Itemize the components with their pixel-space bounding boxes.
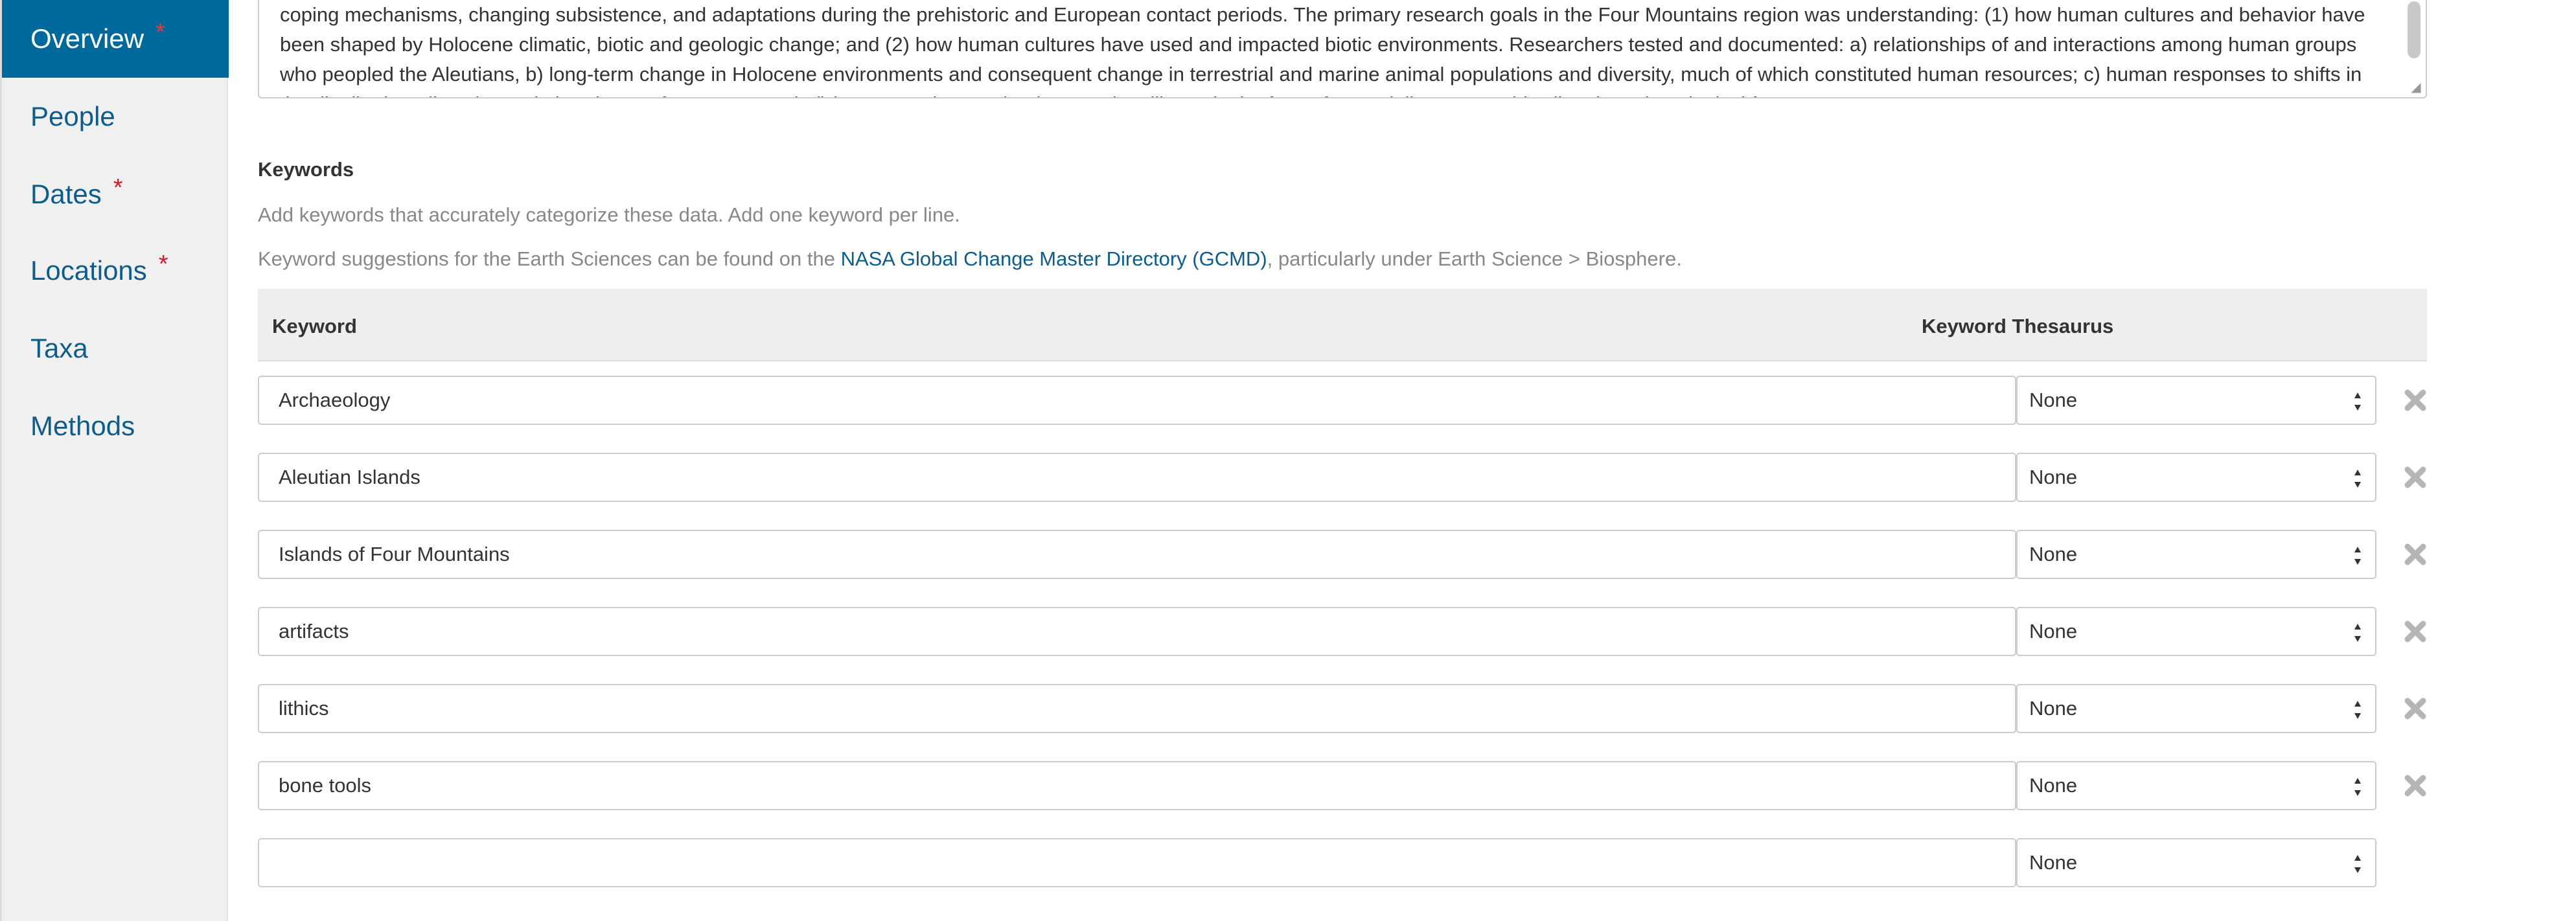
- keywords-help-text: Add keywords that accurately categorize …: [258, 203, 960, 226]
- thesaurus-select[interactable]: None: [2016, 761, 2376, 810]
- abstract-line: who peopled the Aleutians, b) long-term …: [280, 63, 2362, 85]
- nav-item-locations[interactable]: Locations *: [2, 232, 229, 310]
- abstract-text: coping mechanisms, changing subsistence,…: [280, 0, 2379, 97]
- new-keyword-input[interactable]: [258, 838, 2016, 887]
- thesaurus-select[interactable]: None: [2016, 530, 2376, 579]
- suggestion-text-before: Keyword suggestions for the Earth Scienc…: [258, 247, 841, 270]
- nav-item-overview[interactable]: Overview *: [2, 0, 229, 78]
- remove-keyword-icon[interactable]: [2402, 773, 2428, 799]
- keyword-row: None: [258, 607, 2461, 656]
- required-marker: *: [155, 18, 165, 46]
- keywords-suggestion-text: Keyword suggestions for the Earth Scienc…: [258, 247, 1682, 271]
- resize-grip-icon[interactable]: ◢: [2409, 80, 2423, 95]
- keyword-input[interactable]: [258, 530, 2016, 579]
- sidebar-nav: Overview * People Dates * Locations * Ta…: [0, 0, 229, 921]
- gcmd-link[interactable]: NASA Global Change Master Directory (GCM…: [841, 247, 1267, 270]
- required-marker: *: [158, 250, 168, 278]
- thesaurus-selected-value: None: [2029, 697, 2078, 720]
- select-arrows-icon: [2354, 392, 2361, 411]
- abstract-line: coping mechanisms, changing subsistence,…: [280, 3, 2365, 26]
- column-header-thesaurus: Keyword Thesaurus: [1922, 315, 2114, 337]
- thesaurus-selected-value: None: [2029, 774, 2078, 797]
- nav-item-label: Locations: [30, 255, 147, 286]
- nav-item-label: Dates: [30, 179, 102, 209]
- remove-keyword-icon[interactable]: [2402, 541, 2428, 567]
- keyword-input[interactable]: [258, 453, 2016, 502]
- thesaurus-select[interactable]: None: [2016, 453, 2376, 502]
- select-arrows-icon: [2354, 701, 2361, 719]
- remove-keyword-icon[interactable]: [2402, 619, 2428, 644]
- nav-item-dates[interactable]: Dates *: [2, 155, 229, 233]
- thesaurus-selected-value: None: [2029, 543, 2078, 565]
- nav-item-methods[interactable]: Methods: [2, 387, 229, 465]
- suggestion-text-after: , particularly under Earth Science > Bio…: [1267, 247, 1682, 270]
- new-keyword-row: None: [258, 838, 2461, 887]
- thesaurus-selected-value: None: [2029, 389, 2078, 411]
- select-arrows-icon: [2354, 547, 2361, 565]
- remove-keyword-icon[interactable]: [2402, 387, 2428, 413]
- select-arrows-icon: [2354, 778, 2361, 796]
- abstract-line: the distribution, diversity, and abundan…: [280, 89, 2379, 97]
- select-arrows-icon: [2354, 470, 2361, 488]
- required-marker: *: [113, 174, 123, 201]
- keyword-row: None: [258, 530, 2461, 579]
- abstract-line: been shaped by Holocene climatic, biotic…: [280, 33, 2357, 56]
- thesaurus-select[interactable]: None: [2016, 684, 2376, 733]
- keyword-row: None: [258, 684, 2461, 733]
- abstract-textarea[interactable]: coping mechanisms, changing subsistence,…: [258, 0, 2427, 98]
- thesaurus-select[interactable]: None: [2016, 376, 2376, 425]
- nav-item-people[interactable]: People: [2, 78, 229, 155]
- thesaurus-selected-value: None: [2029, 851, 2078, 874]
- thesaurus-select[interactable]: None: [2016, 838, 2376, 887]
- keywords-table-header: Keyword Keyword Thesaurus: [258, 289, 2427, 361]
- keyword-input[interactable]: [258, 607, 2016, 656]
- remove-keyword-icon[interactable]: [2402, 696, 2428, 722]
- keyword-input[interactable]: [258, 376, 2016, 425]
- nav-item-taxa[interactable]: Taxa: [2, 310, 229, 387]
- nav-item-label: People: [30, 101, 115, 131]
- remove-keyword-icon[interactable]: [2402, 464, 2428, 490]
- keyword-input[interactable]: [258, 761, 2016, 810]
- select-arrows-icon: [2354, 624, 2361, 642]
- textarea-scrollbar[interactable]: [2408, 1, 2421, 58]
- keywords-heading: Keywords: [258, 158, 354, 181]
- thesaurus-selected-value: None: [2029, 620, 2078, 642]
- keyword-row: None: [258, 761, 2461, 810]
- keyword-row: None: [258, 376, 2461, 425]
- nav-item-label: Taxa: [30, 333, 88, 363]
- nav-item-label: Methods: [30, 411, 135, 441]
- nav-item-label: Overview: [30, 23, 144, 54]
- thesaurus-selected-value: None: [2029, 466, 2078, 488]
- column-header-keyword: Keyword: [272, 315, 357, 337]
- keyword-row: None: [258, 453, 2461, 502]
- keyword-input[interactable]: [258, 684, 2016, 733]
- thesaurus-select[interactable]: None: [2016, 607, 2376, 656]
- select-arrows-icon: [2354, 855, 2361, 873]
